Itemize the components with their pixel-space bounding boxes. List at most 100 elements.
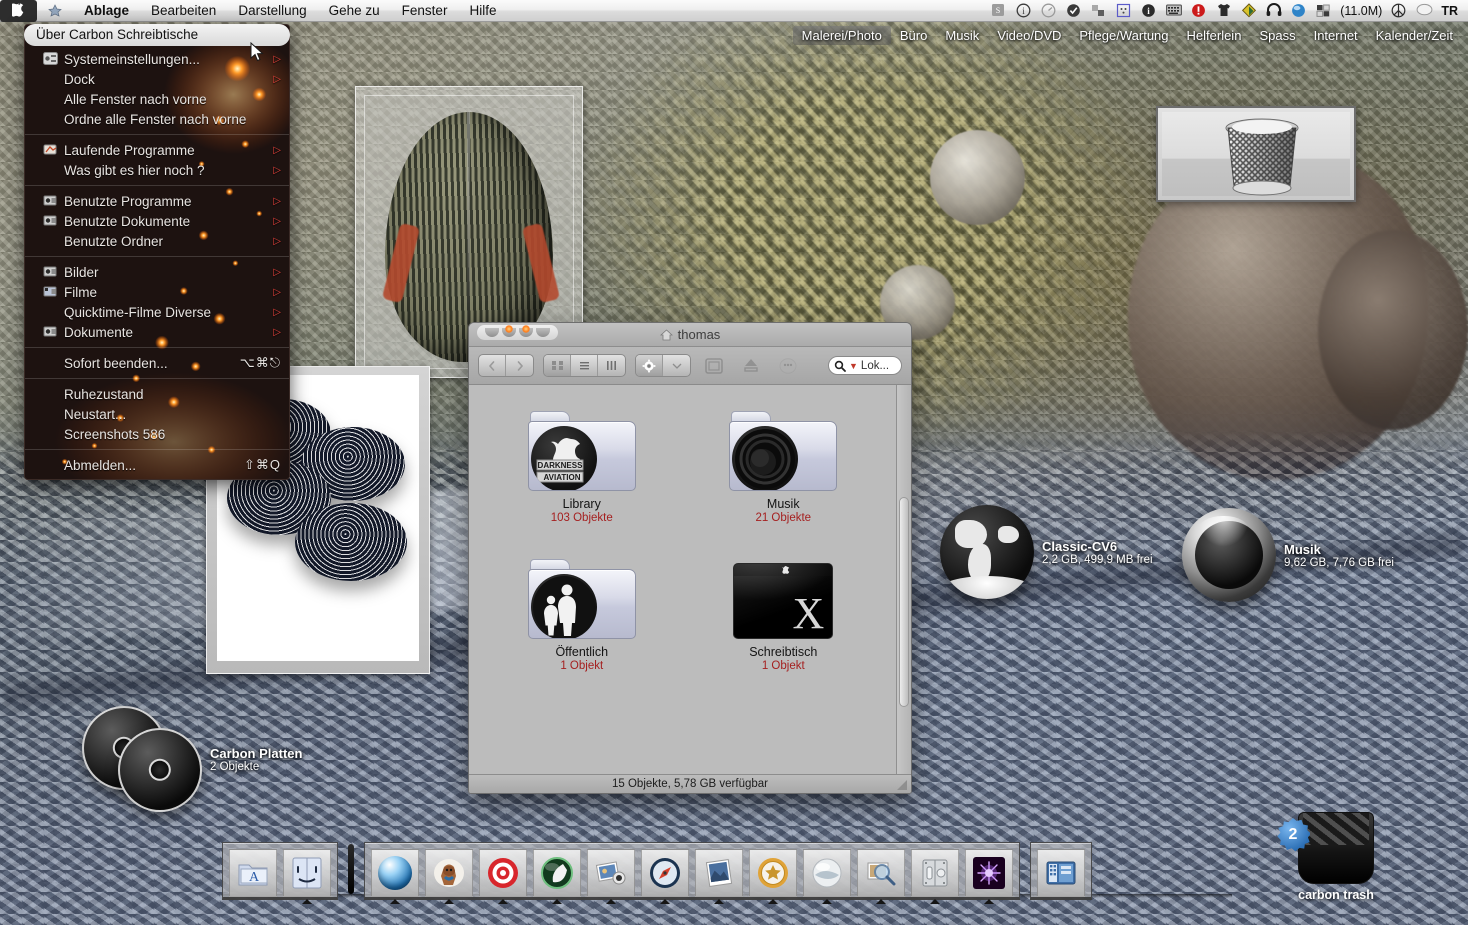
dotted-square-icon[interactable] [1116, 3, 1132, 19]
finder-item-musik[interactable]: Musik 21 Objekte [703, 399, 863, 547]
info-circle-icon[interactable]: i [1016, 3, 1032, 19]
menu-item-filme[interactable]: Filme ▷ [25, 282, 289, 302]
view-icon-button[interactable] [544, 355, 571, 376]
category-kalender-zeit[interactable]: Kalender/Zeit [1367, 26, 1462, 45]
dock-item-magnifier-photo[interactable] [857, 849, 905, 904]
finder-item-schreibtisch[interactable]: X Schreibtisch 1 Objekt [703, 547, 863, 695]
menu-item-laufende-programme[interactable]: Laufende Programme ▷ [25, 140, 289, 160]
finder-item-oeffentlich[interactable]: Öffentlich 1 Objekt [502, 547, 662, 695]
dock-item-window-grid[interactable] [1037, 849, 1085, 897]
minimize-button[interactable] [502, 325, 516, 337]
apple-menu-button[interactable] [0, 0, 37, 22]
menu-hilfe[interactable]: Hilfe [458, 0, 507, 22]
view-mode-buttons[interactable] [543, 354, 626, 377]
menu-item-ordne-alle-fenster[interactable]: Ordne alle Fenster nach vorne [25, 109, 289, 129]
menu-item-quicktime-filme-diverse[interactable]: Quicktime-Filme Diverse ▷ [25, 302, 289, 322]
dock-right-section[interactable] [1030, 842, 1092, 900]
dock-item-photos[interactable] [587, 849, 635, 904]
menu-gehe-zu[interactable]: Gehe zu [318, 0, 391, 22]
nav-buttons[interactable] [478, 354, 534, 377]
app-icon-menulet[interactable] [37, 0, 73, 22]
dock-item-app-store-folder[interactable]: A [229, 849, 277, 897]
close-button[interactable] [485, 328, 499, 337]
menu-item-benutzte-programme[interactable]: Benutzte Programme ▷ [25, 191, 289, 211]
desktop-icon-carbon-platten[interactable]: Carbon Platten 2 Objekte [82, 706, 302, 812]
category-musik[interactable]: Musik [936, 26, 988, 45]
trash-preview-window[interactable] [1156, 106, 1356, 202]
menu-item-was-gibt-es-hier-noch[interactable]: Was gibt es hier noch ? ▷ [25, 160, 289, 180]
squares-icon[interactable] [1091, 3, 1107, 19]
zoom-button[interactable] [519, 325, 533, 337]
window-controls[interactable] [477, 325, 558, 340]
dock-item-purple-star[interactable] [965, 849, 1013, 904]
category-internet[interactable]: Internet [1305, 26, 1367, 45]
memory-blocks-icon[interactable] [1316, 3, 1331, 19]
desktop-icon-musik[interactable]: Musik 9,62 GB, 7,76 GB frei [1182, 508, 1394, 602]
eject-button[interactable] [737, 354, 765, 378]
category-pflege-wartung[interactable]: Pflege/Wartung [1070, 26, 1177, 45]
back-button[interactable] [479, 355, 506, 376]
finder-titlebar[interactable]: thomas [469, 323, 911, 347]
keyboard-icon[interactable] [1166, 3, 1183, 19]
search-input[interactable]: ▼ Lok... [828, 356, 902, 375]
dock[interactable]: A [222, 838, 1092, 904]
category-spass[interactable]: Spass [1250, 26, 1304, 45]
menu-ablage[interactable]: Ablage [73, 0, 140, 22]
category-helferlein[interactable]: Helferlein [1178, 26, 1251, 45]
desktop-icon-classic-cv6[interactable]: Classic-CV6 2,2 GB, 499,9 MB frei [940, 505, 1153, 599]
speech-bubble-icon[interactable] [1416, 3, 1433, 19]
menu-darstellung[interactable]: Darstellung [227, 0, 317, 22]
category-video-dvd[interactable]: Video/DVD [988, 26, 1070, 45]
alert-octagon-icon[interactable] [1191, 3, 1207, 19]
menu-item-dokumente[interactable]: Dokumente ▷ [25, 322, 289, 342]
menu-bar[interactable]: Ablage Bearbeiten Darstellung Gehe zu Fe… [0, 0, 1468, 22]
check-circle-icon[interactable] [1066, 3, 1082, 19]
dock-item-blue-wave-orb[interactable] [371, 849, 419, 904]
action-gear-button[interactable] [636, 355, 663, 376]
menu-item-dock[interactable]: Dock ▷ [25, 69, 289, 89]
dock-item-picture-frame[interactable] [695, 849, 743, 904]
menu-bearbeiten[interactable]: Bearbeiten [140, 0, 227, 22]
menu-item-benutzte-dokumente[interactable]: Benutzte Dokumente ▷ [25, 211, 289, 231]
category-malerei-photo[interactable]: Malerei/Photo [792, 25, 891, 45]
finder-item-library[interactable]: DARKNESS AVIATION Library 103 Objekte [502, 399, 662, 547]
speedometer-icon[interactable] [1041, 3, 1057, 19]
peace-icon[interactable] [1391, 3, 1407, 19]
menu-item-alle-fenster-nach-vorne[interactable]: Alle Fenster nach vorne [25, 89, 289, 109]
finder-toolbar[interactable]: ▼ Lok... [469, 347, 911, 385]
resize-grip-icon[interactable] [896, 779, 908, 791]
dock-item-finder[interactable] [283, 849, 331, 904]
category-buero[interactable]: Büro [891, 26, 936, 45]
menu-item-benutzte-ordner[interactable]: Benutzte Ordner ▷ [25, 231, 289, 251]
action-dropdown-button[interactable] [663, 355, 690, 376]
headphones-icon[interactable] [1266, 2, 1282, 19]
info-bold-icon[interactable]: i [1141, 3, 1157, 19]
menu-item-bilder[interactable]: Bilder ▷ [25, 262, 289, 282]
apple-menu-dropdown[interactable]: Systemeinstellungen... ▷ Dock ▷ Alle Fen… [24, 24, 290, 480]
view-column-button[interactable] [598, 355, 625, 376]
dock-item-target[interactable] [479, 849, 527, 904]
dock-left-section[interactable]: A [222, 842, 338, 904]
script-menu-icon[interactable]: S [991, 3, 1007, 19]
burn-button[interactable] [700, 354, 728, 378]
dock-item-dog[interactable] [425, 849, 473, 904]
finder-window[interactable]: thomas ▼ Lok... DARKNESS AVIATION Librar… [468, 322, 912, 794]
tshirt-icon[interactable] [1216, 3, 1232, 19]
dock-item-gold-seal[interactable] [749, 849, 797, 904]
dock-item-green-feather-orb[interactable] [533, 849, 581, 904]
dock-item-silver-orb[interactable] [803, 849, 851, 904]
dock-item-compass[interactable] [641, 849, 689, 904]
action-menu[interactable] [635, 354, 691, 377]
menu-item-abmelden[interactable]: Abmelden... ⇧⌘Q [25, 455, 289, 475]
menu-fenster[interactable]: Fenster [391, 0, 459, 22]
finder-vertical-scrollbar[interactable] [896, 385, 911, 774]
dock-main-section[interactable] [364, 842, 1020, 904]
menu-item-sofort-beenden[interactable]: Sofort beenden... ⌥⌘⎋ [25, 353, 289, 373]
desktop-trash[interactable]: 2 carbon trash [1277, 800, 1382, 902]
forward-button[interactable] [506, 355, 533, 376]
menu-item-screenshots[interactable]: Screenshots 586 [25, 424, 289, 444]
menu-item-neustart[interactable]: Neustart... [25, 404, 289, 424]
customize-button[interactable] [774, 354, 802, 378]
view-list-button[interactable] [571, 355, 598, 376]
diamond-icon[interactable] [1241, 2, 1257, 19]
